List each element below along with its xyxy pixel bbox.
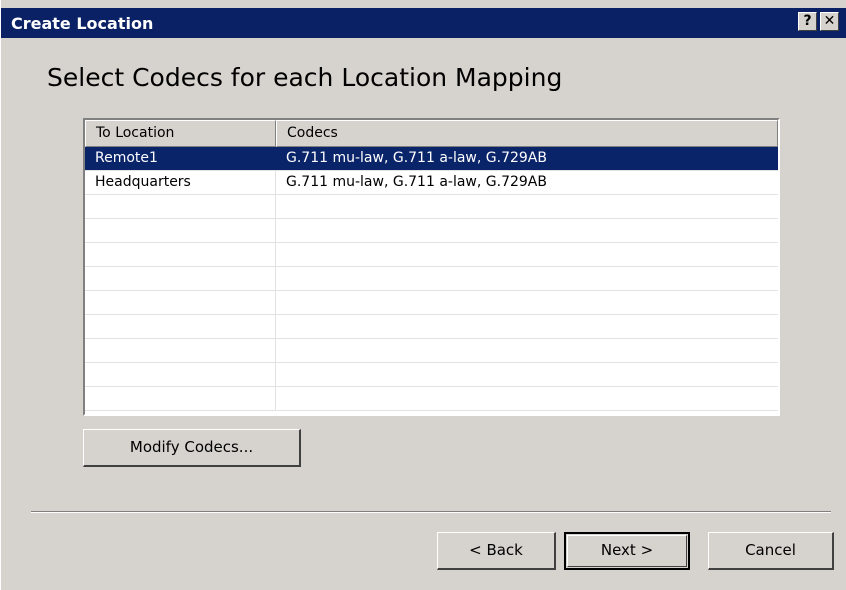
cell-location: Remote1 [85, 147, 276, 170]
cell-location: Headquarters [85, 171, 276, 194]
empty-row [85, 267, 778, 291]
table-row[interactable]: Headquarters G.711 mu-law, G.711 a-law, … [85, 171, 778, 195]
next-button[interactable]: Next > [564, 532, 690, 570]
empty-cell [85, 243, 276, 266]
empty-cell [85, 267, 276, 290]
column-header-codecs[interactable]: Codecs [276, 120, 778, 147]
location-codec-list[interactable]: To Location Codecs Remote1 G.711 mu-law,… [83, 118, 780, 416]
close-icon: ✕ [823, 13, 836, 29]
empty-row [85, 363, 778, 387]
table-row[interactable]: Remote1 G.711 mu-law, G.711 a-law, G.729… [85, 147, 778, 171]
empty-cell [85, 195, 276, 218]
empty-cell [85, 363, 276, 386]
empty-row [85, 243, 778, 267]
empty-cell [85, 219, 276, 242]
empty-row [85, 195, 778, 219]
list-header: To Location Codecs [85, 120, 778, 147]
create-location-dialog: Create Location ? ✕ Select Codecs for ea… [0, 0, 846, 590]
next-button-label: Next > [600, 541, 654, 559]
cell-codecs: G.711 mu-law, G.711 a-law, G.729AB [286, 150, 547, 166]
empty-cell [85, 387, 276, 410]
empty-row [85, 219, 778, 243]
modify-codecs-button[interactable]: Modify Codecs... [83, 429, 301, 467]
window-title: Create Location [11, 14, 154, 33]
separator [31, 511, 831, 513]
back-button[interactable]: < Back [437, 532, 556, 570]
list-body: Remote1 G.711 mu-law, G.711 a-law, G.729… [85, 147, 778, 414]
cancel-button[interactable]: Cancel [708, 532, 834, 570]
empty-row [85, 387, 778, 411]
help-button[interactable]: ? [798, 12, 817, 31]
help-icon: ? [803, 13, 812, 29]
cell-codecs: G.711 mu-law, G.711 a-law, G.729AB [286, 174, 547, 190]
page-title: Select Codecs for each Location Mapping [47, 63, 563, 92]
empty-row [85, 291, 778, 315]
empty-cell [85, 339, 276, 362]
empty-cell [85, 291, 276, 314]
column-header-to-location[interactable]: To Location [85, 120, 276, 147]
empty-row [85, 339, 778, 363]
empty-row [85, 315, 778, 339]
close-button[interactable]: ✕ [820, 12, 839, 31]
empty-cell [85, 315, 276, 338]
title-bar[interactable]: Create Location ? ✕ [1, 8, 846, 38]
